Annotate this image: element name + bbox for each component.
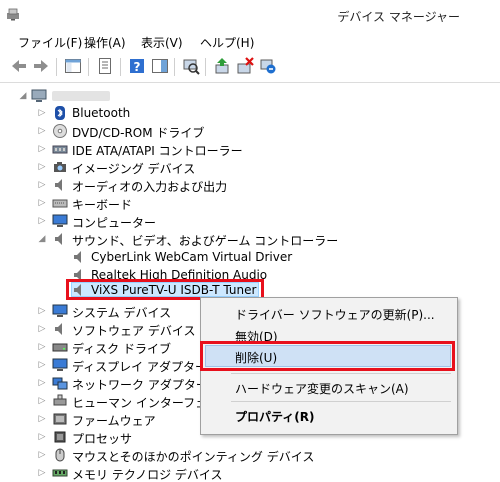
device-manager-window: デバイス マネージャー ファイル(F) 操作(A) 表示(V) ヘルプ(H) ?…: [0, 0, 500, 482]
forward-arrow-icon[interactable]: [32, 57, 50, 75]
menu-view[interactable]: 表示(V): [141, 34, 183, 51]
toolbar: ?: [0, 52, 500, 83]
toolbar-separator: [205, 58, 206, 76]
context-update-driver[interactable]: ドライバー ソフトウェアの更新(P)...: [235, 306, 435, 323]
toolbar-separator: [88, 58, 89, 76]
scan-hardware-icon[interactable]: [182, 57, 200, 75]
firmware-icon: [53, 413, 67, 425]
expand-arrow-icon[interactable]: ▷: [37, 431, 47, 443]
menu-file[interactable]: ファイル(F): [18, 34, 82, 51]
help-icon[interactable]: ?: [128, 57, 146, 75]
expand-arrow-icon[interactable]: ▷: [37, 305, 47, 317]
tree-label: システム デバイス: [72, 306, 172, 320]
properties-icon[interactable]: [96, 57, 114, 75]
tree-item-mice[interactable]: ▷ マウスとそのほかのポインティング デバイス: [0, 446, 500, 464]
menu-action[interactable]: 操作(A): [84, 34, 126, 51]
menu-bar: ファイル(F) 操作(A) 表示(V) ヘルプ(H): [0, 30, 500, 52]
context-scan-hardware[interactable]: ハードウェア変更のスキャン(A): [235, 380, 409, 397]
uninstall-device-icon[interactable]: [236, 57, 254, 75]
mouse-icon: [55, 448, 65, 462]
toolbar-separator: [120, 58, 121, 76]
expand-arrow-icon[interactable]: ▷: [37, 341, 47, 353]
toolbar-separator: [56, 58, 57, 76]
tree-label: マウスとそのほかのポインティング デバイス: [72, 450, 315, 464]
svg-text:?: ?: [134, 60, 141, 74]
tree-label: プロセッサ: [72, 432, 133, 446]
memory-icon: [52, 469, 68, 477]
context-menu: ドライバー ソフトウェアの更新(P)... 無効(D) 削除(U) ハードウェア…: [200, 297, 458, 435]
system-device-icon: [52, 304, 68, 317]
network-adapter-icon: [52, 377, 68, 390]
device-manager-app-icon: [7, 8, 19, 21]
disable-device-icon[interactable]: [259, 57, 277, 75]
title-bar: デバイス マネージャー: [0, 0, 500, 30]
tree-label: ファームウェア: [72, 414, 156, 428]
menu-help[interactable]: ヘルプ(H): [200, 34, 254, 51]
tree-label: ディスプレイ アダプター: [72, 360, 207, 374]
back-arrow-icon[interactable]: [10, 57, 28, 75]
window-title: デバイス マネージャー: [337, 10, 460, 24]
expand-arrow-icon[interactable]: ▷: [37, 467, 47, 479]
expand-arrow-icon[interactable]: ▷: [37, 377, 47, 389]
hid-icon: [53, 394, 67, 406]
tree-label: ネットワーク アダプター: [72, 378, 208, 392]
tree-label: ディスク ドライブ: [72, 342, 171, 356]
display-adapter-icon: [52, 358, 68, 371]
expand-arrow-icon[interactable]: ▷: [37, 323, 47, 335]
tree-label: メモリ テクノロジ デバイス: [72, 468, 223, 482]
expand-arrow-icon[interactable]: ▷: [37, 359, 47, 371]
toolbar-separator: [174, 58, 175, 76]
action-pane-icon[interactable]: [151, 57, 169, 75]
context-separator: [231, 373, 451, 374]
update-driver-icon[interactable]: [213, 57, 231, 75]
disk-drive-icon: [52, 343, 68, 352]
red-highlight-box: [200, 341, 455, 371]
tree-label: ソフトウェア デバイス: [72, 324, 196, 338]
context-separator: [231, 401, 451, 402]
expand-arrow-icon[interactable]: ▷: [37, 395, 47, 407]
processor-icon: [54, 431, 66, 443]
software-device-icon: [55, 323, 62, 335]
expand-arrow-icon[interactable]: ▷: [37, 449, 47, 461]
tree-item-memory-technology[interactable]: ▷ メモリ テクノロジ デバイス: [0, 464, 500, 482]
expand-arrow-icon[interactable]: ▷: [37, 413, 47, 425]
show-hide-console-tree-icon[interactable]: [64, 57, 82, 75]
context-properties[interactable]: プロパティ(R): [235, 408, 315, 425]
